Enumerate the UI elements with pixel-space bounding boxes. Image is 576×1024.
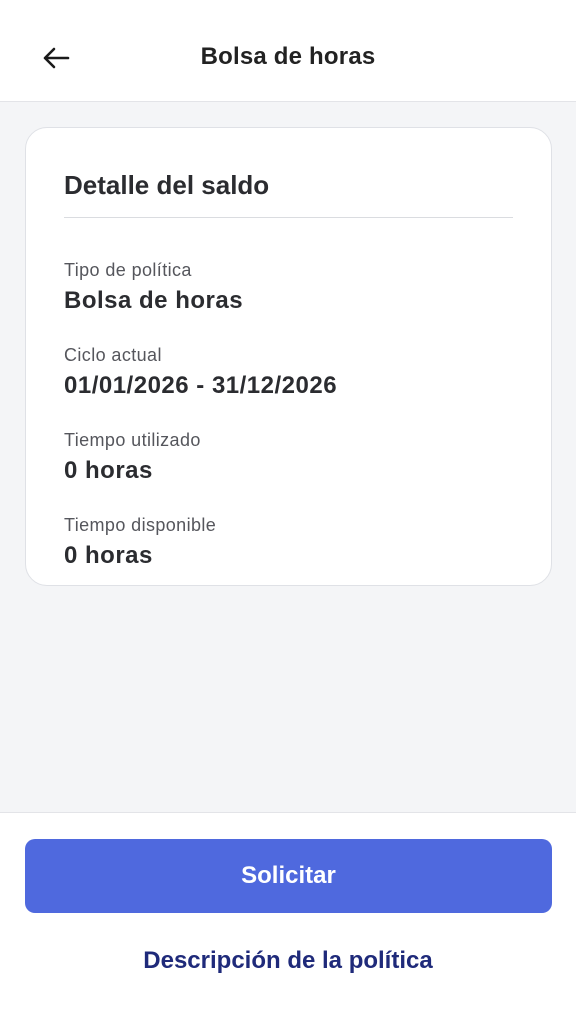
policy-type-value: Bolsa de horas [64,287,244,314]
policy-type-label: Tipo de política [64,260,192,280]
current-cycle-value: 01/01/2026 - 31/12/2026 [64,372,338,399]
time-used-value: 0 horas [64,457,153,484]
card-divider [64,217,513,218]
time-available-label: Tiempo disponible [64,515,217,535]
app-header: Bolsa de horas [0,0,576,102]
time-used-field: Tiempo utilizado 0 horas [64,429,201,485]
page-title: Bolsa de horas [200,43,376,70]
policy-type-field: Tipo de política Bolsa de horas [64,259,243,315]
card-title: Detalle del saldo [64,170,270,200]
action-footer: Solicitar Descripción de la política [0,812,576,1024]
request-button[interactable]: Solicitar [25,839,552,913]
balance-detail-card: Detalle del saldo Tipo de política Bolsa… [25,127,552,586]
policy-description-link[interactable]: Descripción de la política [0,947,576,975]
time-available-field: Tiempo disponible 0 horas [64,514,216,570]
time-available-value: 0 horas [64,542,153,569]
current-cycle-field: Ciclo actual 01/01/2026 - 31/12/2026 [64,344,337,400]
time-used-label: Tiempo utilizado [64,430,201,450]
current-cycle-label: Ciclo actual [64,345,162,365]
